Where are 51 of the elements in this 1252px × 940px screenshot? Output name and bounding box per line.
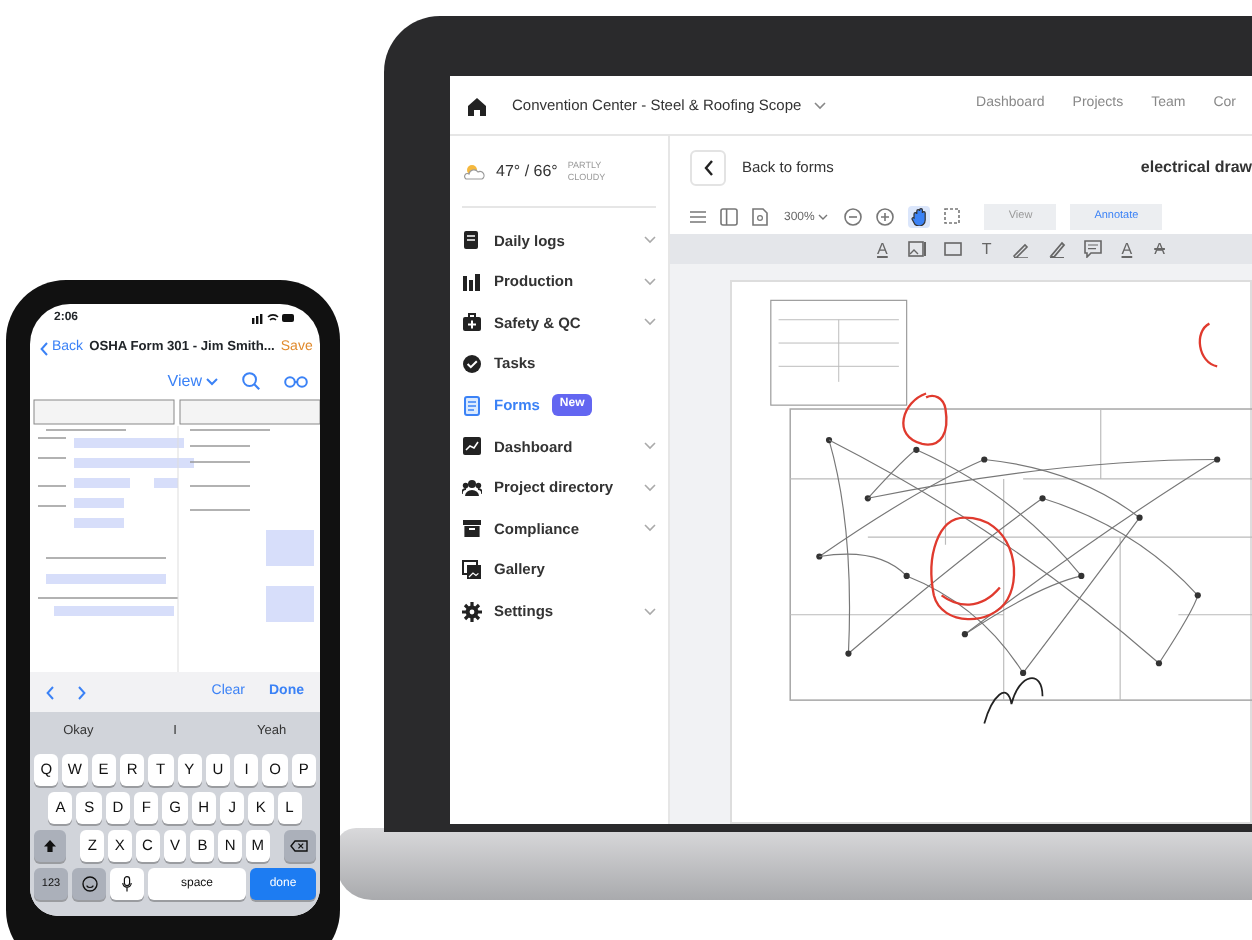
- smiley-icon: [81, 876, 97, 892]
- zoom-out-icon[interactable]: [844, 208, 863, 226]
- pen-icon[interactable]: [1011, 240, 1030, 258]
- page-icon[interactable]: [752, 208, 768, 226]
- chevron-left-icon: [703, 160, 713, 176]
- chart-icon: [462, 436, 482, 457]
- shift-key[interactable]: [33, 830, 67, 862]
- hand-tool[interactable]: [908, 206, 931, 228]
- menu-icon[interactable]: [690, 210, 706, 224]
- text-color-tool[interactable]: A: [875, 241, 890, 257]
- shift-arrow-icon: [44, 840, 57, 852]
- text-tool[interactable]: T: [979, 241, 994, 257]
- view-menu[interactable]: View: [167, 369, 218, 393]
- back-button[interactable]: [690, 150, 726, 186]
- first-aid-kit-icon: [462, 312, 482, 333]
- chevron-left-icon[interactable]: [46, 685, 54, 699]
- microphone-icon: [122, 876, 132, 893]
- rectangle-icon[interactable]: [943, 240, 962, 258]
- chevron-left-icon: [40, 341, 48, 355]
- emoji-key[interactable]: [72, 868, 106, 900]
- home-icon[interactable]: [466, 95, 488, 115]
- weather-icon: [462, 162, 486, 180]
- chevron-down-icon: [206, 377, 218, 385]
- strikeout-tool[interactable]: A: [1152, 241, 1167, 257]
- backspace-key[interactable]: [283, 830, 317, 862]
- status-icons-drawing: [252, 312, 296, 324]
- people-icon: [462, 477, 482, 498]
- backspace-icon: [290, 840, 309, 852]
- glasses-icon[interactable]: [284, 375, 308, 387]
- search-icon[interactable]: [242, 372, 260, 390]
- temperature-text: 47° / 66°: [496, 159, 558, 183]
- chevron-down-icon: [818, 214, 829, 220]
- highlighter-icon[interactable]: [1047, 240, 1066, 258]
- archive-box-icon: [462, 518, 482, 539]
- underline-tool[interactable]: A: [1119, 241, 1135, 257]
- sidebar-icon[interactable]: [720, 208, 738, 226]
- chevron-right-icon[interactable]: [78, 685, 86, 699]
- images-icon: [462, 560, 482, 581]
- chevron-down-icon[interactable]: [813, 101, 826, 109]
- hand-icon: [910, 208, 929, 226]
- zoom-in-icon[interactable]: [876, 208, 895, 226]
- checkmark-circle-icon: [462, 354, 482, 375]
- settings-icon: [462, 601, 482, 622]
- image-icon[interactable]: [907, 240, 926, 258]
- dictation-key[interactable]: [110, 868, 144, 900]
- selection-icon[interactable]: [944, 208, 963, 226]
- document-icon: [462, 395, 482, 416]
- document-title: electrical draw: [1140, 156, 1252, 180]
- bar-chart-icon: [462, 271, 482, 292]
- notebook-icon: [462, 230, 482, 251]
- comment-icon[interactable]: [1083, 240, 1102, 258]
